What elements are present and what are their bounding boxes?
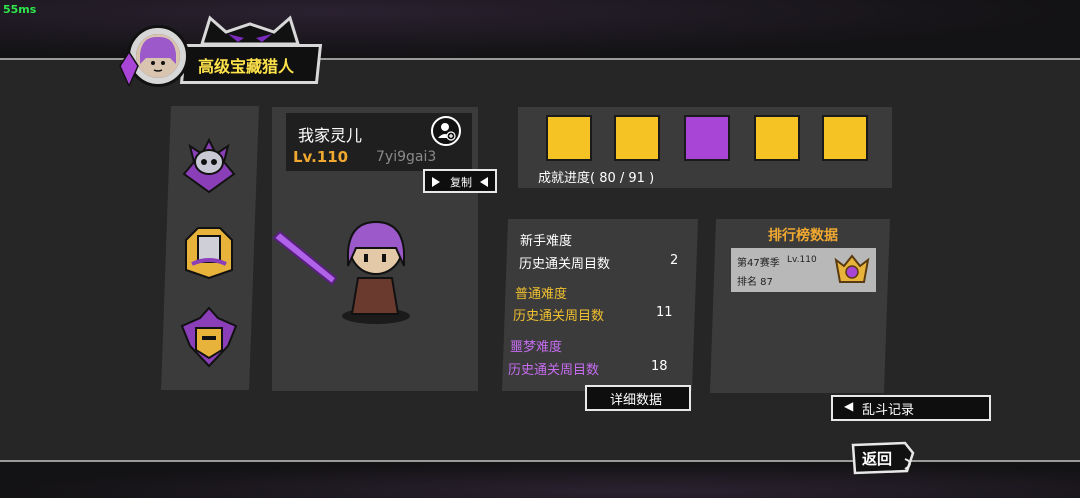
arrow-left-icon: ◀ [844, 399, 854, 413]
rank-medal-icon [834, 254, 870, 283]
back-label: 返回 [862, 450, 893, 468]
treasure-pile-icon[interactable] [822, 115, 868, 161]
copy-label: 复制 [450, 176, 472, 189]
novice-difficulty-label: 新手难度 [520, 234, 573, 249]
novice-clears-label: 历史通关周目数 [519, 257, 611, 272]
ranking-panel [709, 219, 891, 393]
normal-clears-label: 历史通关周目数 [513, 309, 605, 324]
brawl-record-label: 乱斗记录 [862, 403, 915, 418]
normal-clears-value: 11 [656, 305, 673, 320]
demon-horns-icon [200, 15, 300, 46]
bottom-background [0, 462, 1080, 498]
add-friend-button[interactable] [431, 116, 461, 146]
player-level: Lv.110 [293, 148, 349, 166]
avatar-portrait [136, 34, 180, 78]
detail-data-label: 详细数据 [610, 393, 663, 408]
crystal-icon [119, 52, 139, 86]
level-110-shield-icon[interactable] [684, 115, 730, 161]
character-sprite [272, 220, 410, 324]
nightmare-difficulty-label: 噩梦难度 [510, 340, 563, 355]
ranking-title: 排行榜数据 [768, 228, 838, 244]
nightmare-clears-value: 18 [651, 359, 668, 374]
knight-helmet-emblem-icon[interactable] [178, 306, 240, 368]
fps-counter: 55ms [3, 3, 37, 16]
trophy-icon[interactable] [546, 115, 592, 161]
nightmare-clears-label: 历史通关周目数 [508, 363, 600, 378]
player-name: 我家灵儿 [298, 126, 363, 145]
skull-wings-emblem-icon[interactable] [178, 134, 240, 196]
golden-crest-emblem-icon[interactable] [178, 220, 240, 282]
arrow-left-icon [480, 177, 488, 187]
ranking-position: 排名 87 [737, 277, 773, 288]
arrow-right-icon [432, 177, 440, 187]
novice-clears-value: 2 [670, 253, 679, 268]
chest-icon[interactable] [754, 115, 800, 161]
player-title: 高级宝藏猎人 [198, 57, 295, 76]
normal-difficulty-label: 普通难度 [515, 287, 568, 302]
add-friend-icon [438, 123, 456, 141]
ranking-level: Lv.110 [787, 255, 817, 265]
player-uid: 7yi9gai3 [376, 149, 437, 165]
ranking-season: 第47赛季 [737, 258, 780, 269]
hammer-icon[interactable] [614, 115, 660, 161]
achievement-progress: 成就进度( 80 / 91 ) [538, 171, 655, 186]
